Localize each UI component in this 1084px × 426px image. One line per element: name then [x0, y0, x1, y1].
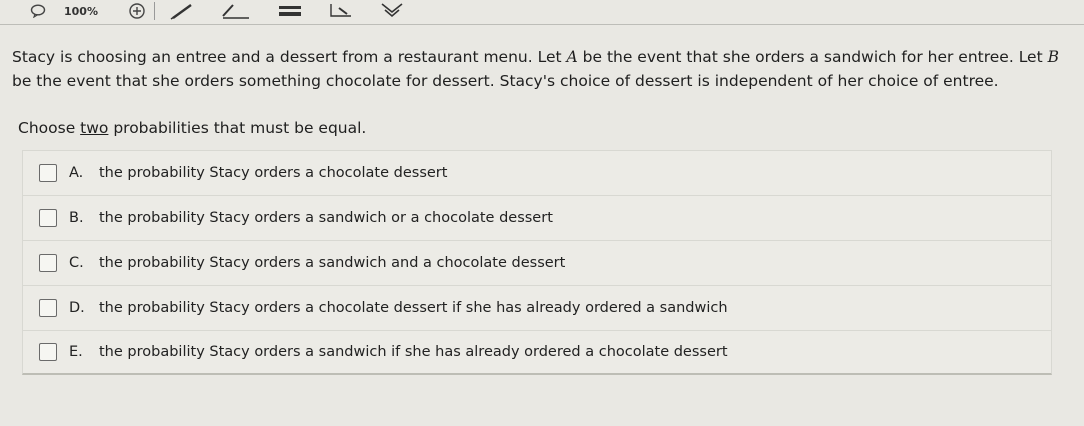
toolbar-separator: [153, 2, 155, 20]
option-letter: E.: [69, 344, 83, 360]
highlighter-icon[interactable]: [219, 1, 253, 21]
instruction-text: probabilities that must be equal.: [108, 119, 367, 137]
stem-text: be the event that she orders something c…: [12, 72, 999, 91]
event-a-symbol: A: [566, 48, 578, 66]
option-d[interactable]: D. the probability Stacy orders a chocol…: [22, 285, 1052, 330]
option-c[interactable]: C. the probability Stacy orders a sandwi…: [22, 240, 1052, 285]
zoom-level: 100%: [64, 4, 98, 18]
tag-icon[interactable]: [379, 1, 405, 21]
option-text: the probability Stacy orders a sandwich …: [99, 344, 728, 360]
instruction-text: Choose: [18, 119, 81, 137]
option-c-checkbox[interactable]: [39, 254, 57, 272]
option-letter: C.: [69, 255, 84, 271]
answer-options: A. the probability Stacy orders a chocol…: [22, 150, 1052, 375]
option-b[interactable]: B. the probability Stacy orders a sandwi…: [22, 195, 1052, 240]
pen-icon[interactable]: [169, 1, 197, 21]
line-icon[interactable]: [275, 1, 305, 21]
option-text: the probability Stacy orders a sandwich …: [99, 255, 566, 271]
option-text: the probability Stacy orders a sandwich …: [99, 210, 553, 226]
eraser-icon[interactable]: [327, 1, 357, 21]
option-letter: A.: [69, 165, 84, 181]
option-letter: D.: [69, 300, 85, 316]
option-e-checkbox[interactable]: [39, 343, 57, 361]
option-text: the probability Stacy orders a chocolate…: [99, 165, 448, 181]
event-b-symbol: B: [1047, 48, 1059, 66]
option-b-checkbox[interactable]: [39, 209, 57, 227]
toolbar-divider: [0, 24, 1084, 25]
speech-bubble-icon[interactable]: [30, 1, 46, 21]
option-a[interactable]: A. the probability Stacy orders a chocol…: [22, 150, 1052, 195]
instruction-emphasis: two: [80, 119, 109, 137]
toolbar: 100%: [0, 0, 1084, 22]
question-instruction: Choose two probabilities that must be eq…: [18, 119, 366, 137]
option-text: the probability Stacy orders a chocolate…: [99, 300, 728, 316]
question-stem: Stacy is choosing an entree and a desser…: [12, 45, 1072, 93]
option-letter: B.: [69, 210, 84, 226]
option-a-checkbox[interactable]: [39, 164, 57, 182]
stem-text: Stacy is choosing an entree and a desser…: [12, 48, 567, 66]
option-e[interactable]: E. the probability Stacy orders a sandwi…: [22, 330, 1052, 375]
option-d-checkbox[interactable]: [39, 299, 57, 317]
zoom-in-icon[interactable]: [128, 1, 146, 21]
stem-text: be the event that she orders a sandwich …: [577, 48, 1048, 66]
